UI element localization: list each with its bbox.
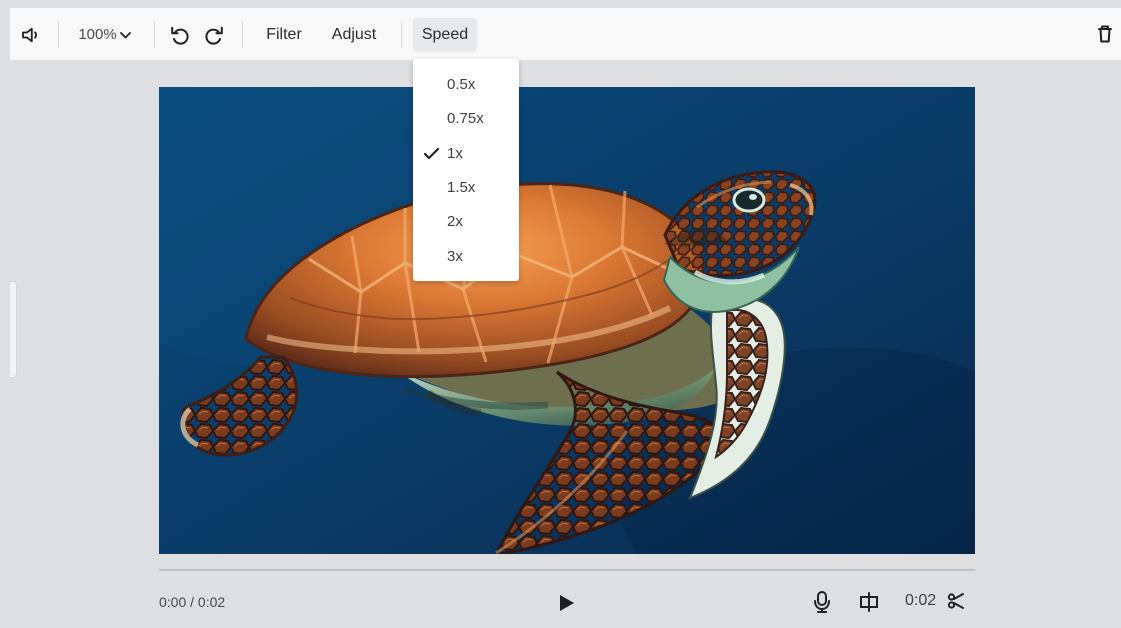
microphone-button[interactable] [810, 588, 834, 616]
microphone-icon [814, 591, 830, 613]
video-editor-window: 100% Filter Adjust Speed 0.5x 0.75x 1x 1… [10, 8, 1121, 628]
speed-option-label: 0.5x [447, 76, 476, 93]
cut-button[interactable] [946, 590, 966, 612]
speed-option-0-75x[interactable]: 0.75x [413, 101, 519, 136]
trash-icon [1098, 25, 1112, 43]
speed-option-label: 1.5x [447, 179, 476, 196]
chevron-down-icon [119, 31, 131, 38]
toolbar-divider [154, 22, 155, 48]
filter-tab[interactable]: Filter [262, 8, 306, 61]
speed-option-label: 0.75x [447, 110, 484, 127]
editor-toolbar: 100% Filter Adjust Speed [10, 8, 1121, 61]
play-icon [559, 595, 574, 611]
adjust-label: Adjust [331, 25, 377, 43]
current-time-readout: 0:00 / 0:02 [159, 594, 226, 610]
filter-label: Filter [266, 25, 302, 43]
speed-menu: 0.5x 0.75x 1x 1.5x 2x 3x [413, 59, 519, 281]
sea-turtle-video-frame [159, 87, 975, 554]
speed-option-3x[interactable]: 3x [413, 239, 519, 274]
speed-option-0-5x[interactable]: 0.5x [413, 67, 519, 102]
video-preview[interactable] [159, 87, 975, 554]
redo-button[interactable] [201, 8, 227, 61]
play-button[interactable] [554, 591, 578, 615]
toolbar-divider [242, 22, 243, 48]
toolbar-divider [401, 22, 402, 48]
speed-option-label: 2x [447, 213, 463, 230]
adjust-tab[interactable]: Adjust [326, 8, 382, 61]
volume-button[interactable] [17, 8, 45, 61]
delete-button[interactable] [1092, 8, 1118, 61]
speed-label: Speed [421, 26, 469, 43]
zoom-value: 100% [78, 26, 117, 43]
side-panel-handle[interactable] [10, 281, 17, 378]
frame-button[interactable] [854, 588, 884, 616]
frame-icon [860, 592, 878, 612]
undo-button[interactable] [167, 8, 193, 61]
redo-icon [205, 26, 223, 45]
zoom-dropdown[interactable]: 100% [76, 8, 134, 61]
duration-label: 0:02 [905, 592, 937, 609]
speed-option-label: 1x [447, 145, 463, 162]
check-icon [423, 147, 440, 160]
video-progress-track[interactable] [159, 569, 975, 571]
speed-option-2x[interactable]: 2x [413, 204, 519, 239]
speed-tab[interactable]: Speed [413, 18, 477, 52]
toolbar-divider [58, 22, 59, 48]
speed-option-1x[interactable]: 1x [413, 136, 519, 171]
speed-option-1-5x[interactable]: 1.5x [413, 170, 519, 205]
volume-icon [22, 27, 38, 42]
undo-icon [171, 26, 189, 45]
scissors-icon [947, 593, 964, 609]
speed-option-label: 3x [447, 248, 463, 265]
